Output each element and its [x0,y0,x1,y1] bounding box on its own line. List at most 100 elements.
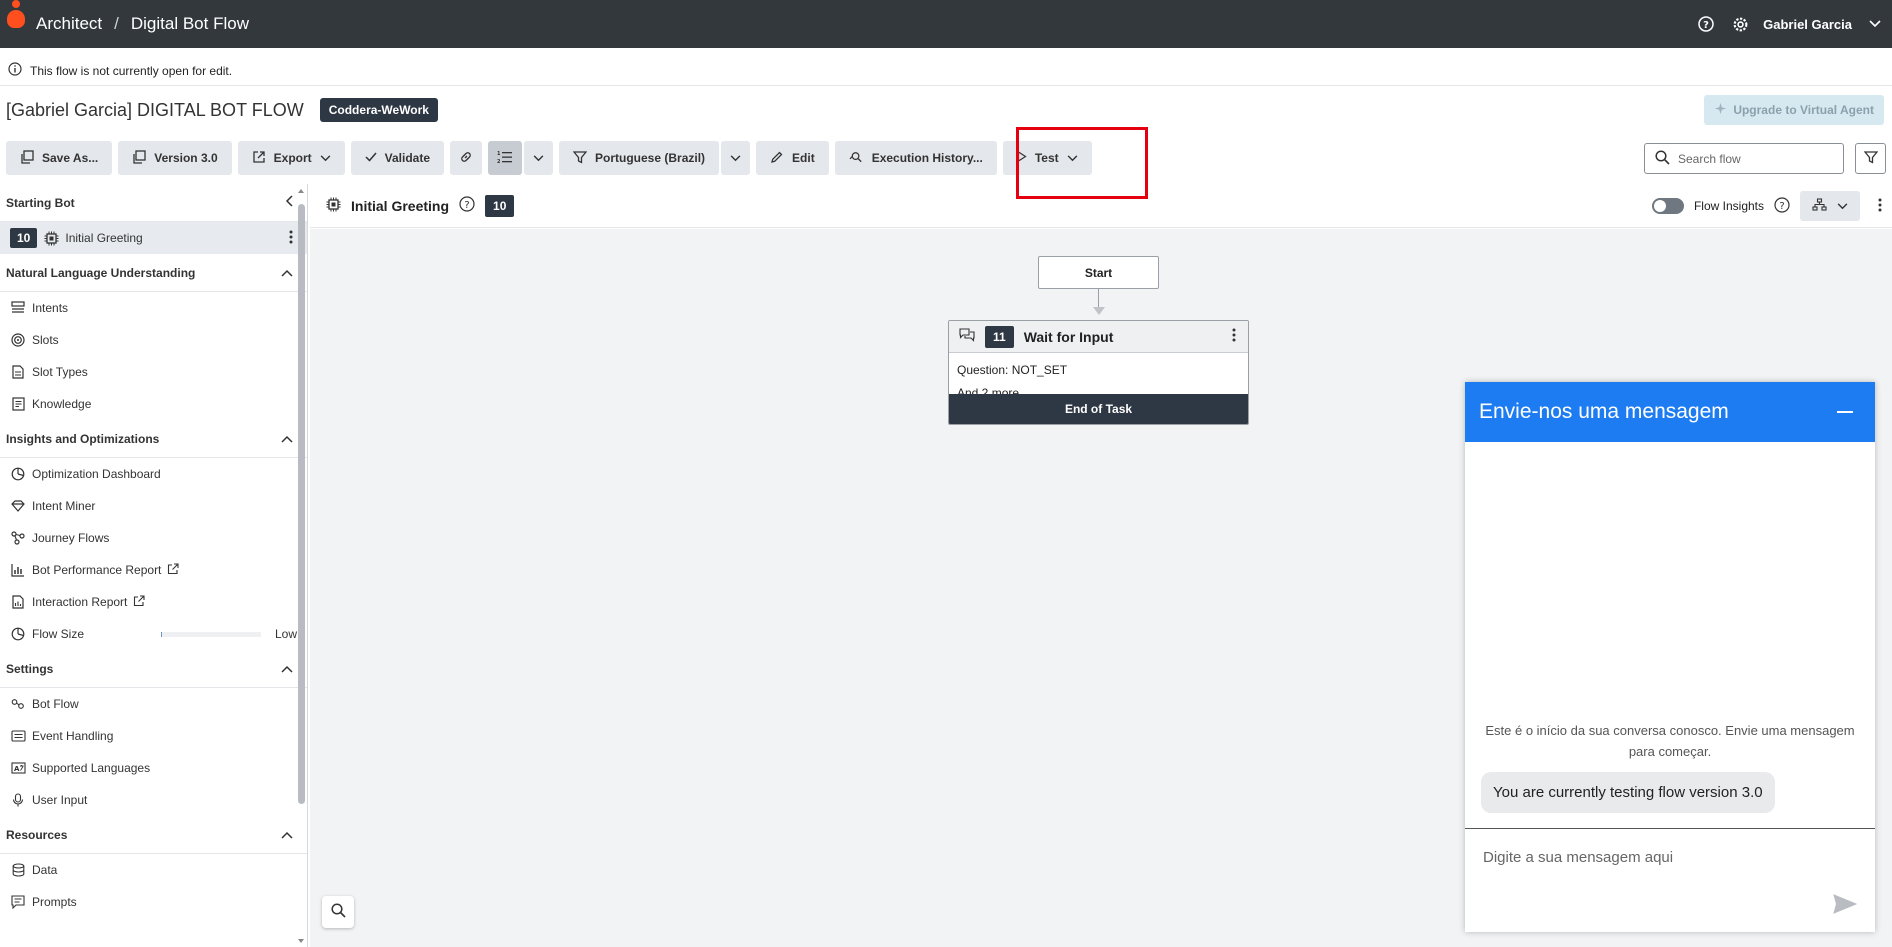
chevron-up-icon[interactable] [281,662,293,676]
flow-insights-toggle[interactable] [1651,198,1684,214]
chevron-down-icon [730,151,741,165]
connector-arrow [1093,307,1105,315]
sidebar-item-bot-flow[interactable]: Bot Flow [0,688,307,720]
chevron-down-icon[interactable] [1864,13,1886,35]
section-title: Settings [6,661,54,676]
list-view-split-button: 12 [488,141,554,175]
sidebar-section-insights[interactable]: Insights and Optimizations [0,420,307,458]
sidebar-item-slots[interactable]: Slots [0,324,307,356]
chevron-left-icon[interactable] [285,195,293,210]
chevron-up-icon[interactable] [281,432,293,446]
sidebar-item-data[interactable]: Data [0,854,307,886]
sidebar-item-slot-types[interactable]: Slot Types [0,356,307,388]
scroll-down-arrow-icon[interactable] [297,937,305,945]
gear-icon[interactable] [1729,13,1751,35]
flow-size-value: Low [274,627,297,641]
sidebar-item-optimization-dashboard[interactable]: Optimization Dashboard [0,458,307,490]
filter-icon [1863,150,1878,167]
canvas-search-button[interactable] [322,896,354,928]
language-dropdown[interactable] [721,141,751,175]
sidebar-item-intent-miner[interactable]: Intent Miner [0,490,307,522]
sidebar-item-interaction-report[interactable]: Interaction Report [0,586,307,618]
export-icon [252,150,266,167]
flow-insights-label: Flow Insights [1693,199,1764,213]
sidebar-item-label: Bot Flow [32,697,79,711]
scroll-up-arrow-icon[interactable] [297,187,305,195]
chat-title: Envie-nos uma mensagem [1479,400,1729,423]
breadcrumb: Architect / Digital Bot Flow [36,14,249,34]
help-icon[interactable]: ? [459,196,475,215]
minimize-icon[interactable] [1837,411,1853,413]
check-icon [365,151,377,165]
execution-history-button[interactable]: Execution History... [834,141,997,175]
sidebar-item-label: Optimization Dashboard [32,467,161,481]
sidebar-item-label: Supported Languages [32,761,151,775]
breadcrumb-separator: / [114,14,119,33]
bar-chart-icon [10,562,26,578]
wait-for-input-node[interactable]: 11 Wait for Input Question: NOT_SET And … [948,320,1249,425]
filter-button[interactable] [1855,143,1886,174]
start-node[interactable]: Start [1038,256,1159,289]
chat-bubbles-icon [959,328,975,345]
link-button[interactable] [450,141,483,175]
sidebar-item-bot-performance-report[interactable]: Bot Performance Report [0,554,307,586]
sidebar-item-prompts[interactable]: Prompts [0,886,307,918]
kebab-menu-icon[interactable] [1878,198,1882,215]
sidebar-item-supported-languages[interactable]: A Supported Languages [0,752,307,784]
kebab-menu-icon[interactable] [289,230,293,247]
section-title: Natural Language Understanding [6,265,196,280]
kebab-menu-icon[interactable] [1232,328,1236,345]
pencil-icon [770,150,784,167]
task-number-badge: 11 [985,325,1014,348]
scroll-thumb[interactable] [298,204,305,804]
sidebar-item-label: Prompts [32,895,77,909]
pie-chart-icon [10,626,26,642]
history-icon [849,150,864,167]
chip-icon [326,197,341,215]
sidebar-item-intents[interactable]: Intents [0,292,307,324]
breadcrumb-architect[interactable]: Architect [36,14,102,34]
help-icon[interactable]: ? [1774,196,1790,216]
sidebar-item-initial-greeting[interactable]: 10 Initial Greeting [0,222,307,254]
user-name[interactable]: Gabriel Garcia [1763,17,1852,32]
search-flow-input[interactable]: Search flow [1644,143,1844,174]
sidebar-item-event-handling[interactable]: Event Handling [0,720,307,752]
sidebar-section-nlu[interactable]: Natural Language Understanding [0,254,307,292]
export-button[interactable]: Export [237,141,345,175]
help-icon[interactable]: ? [1695,13,1717,35]
pie-chart-icon [10,466,26,482]
chip-icon [43,230,59,246]
save-as-button[interactable]: Save As... [6,141,113,175]
language-button[interactable]: Portuguese (Brazil) [559,141,720,175]
sparkle-icon [1714,102,1727,118]
list-view-dropdown[interactable] [524,141,554,175]
layout-button[interactable] [1800,191,1860,221]
hierarchy-icon [1812,198,1827,214]
genesys-logo-icon[interactable] [0,0,36,48]
sidebar-item-label: Slots [32,333,59,347]
chevron-up-icon[interactable] [281,828,293,842]
version-button[interactable]: Version 3.0 [118,141,232,175]
sidebar-item-journey-flows[interactable]: Journey Flows [0,522,307,554]
chevron-up-icon[interactable] [281,266,293,280]
chat-widget: Envie-nos uma mensagem Este é o início d… [1465,382,1875,932]
chat-header: Envie-nos uma mensagem [1465,382,1875,442]
validate-button[interactable]: Validate [350,141,445,175]
task-node-title: Wait for Input [1023,328,1114,345]
sidebar-item-user-input[interactable]: User Input [0,784,307,816]
sidebar-item-knowledge[interactable]: Knowledge [0,388,307,420]
top-bar: Architect / Digital Bot Flow ? Gabriel G… [0,0,1892,48]
intents-icon [10,300,26,316]
sidebar-section-settings[interactable]: Settings [0,650,307,688]
send-icon[interactable] [1833,894,1858,918]
sidebar-scrollbar[interactable] [297,184,305,947]
copy-icon [20,149,34,167]
chat-message-input[interactable]: Digite a sua mensagem aqui [1465,828,1875,932]
svg-text:?: ? [1779,201,1784,212]
list-view-button[interactable]: 12 [488,141,523,175]
upgrade-virtual-agent-button[interactable]: Upgrade to Virtual Agent [1704,95,1884,125]
external-link-icon [167,562,179,578]
sidebar-section-resources[interactable]: Resources [0,816,307,854]
sidebar-section-starting-bot[interactable]: Starting Bot [0,184,307,222]
edit-button[interactable]: Edit [756,141,829,175]
